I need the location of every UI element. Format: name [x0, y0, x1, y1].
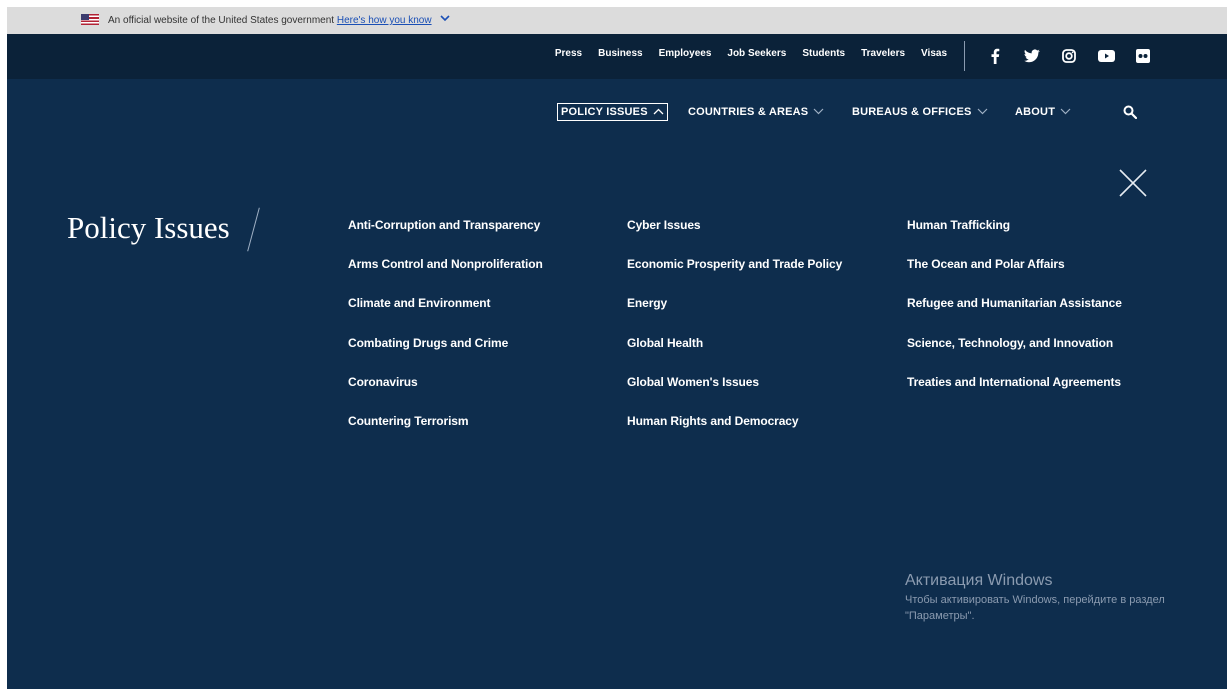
policy-link[interactable]: Refugee and Humanitarian Assistance: [907, 296, 1122, 335]
utility-link-students[interactable]: Students: [802, 48, 845, 59]
gov-banner-text: An official website of the United States…: [108, 15, 335, 26]
policy-column-3: Human Trafficking The Ocean and Polar Af…: [907, 218, 1122, 414]
utility-link-visas[interactable]: Visas: [921, 48, 947, 59]
policy-link[interactable]: Human Trafficking: [907, 218, 1122, 257]
nav-countries-areas[interactable]: COUNTRIES & AREAS: [688, 106, 824, 118]
nav-label: ABOUT: [1015, 106, 1056, 118]
youtube-icon[interactable]: [1096, 46, 1116, 66]
policy-link[interactable]: Science, Technology, and Innovation: [907, 336, 1122, 375]
flickr-icon[interactable]: [1133, 46, 1153, 66]
chevron-down-icon: [813, 106, 824, 118]
utility-divider: [964, 41, 965, 71]
watermark-subtitle: Чтобы активировать Windows, перейдите в …: [905, 594, 1165, 622]
nav-about[interactable]: ABOUT: [1015, 106, 1071, 118]
policy-link[interactable]: The Ocean and Polar Affairs: [907, 257, 1122, 296]
chevron-up-icon: [653, 106, 664, 118]
policy-link[interactable]: Cyber Issues: [627, 218, 842, 257]
nav-bureaus-offices[interactable]: BUREAUS & OFFICES: [852, 106, 988, 118]
heres-how-you-know-link[interactable]: Here's how you know: [337, 15, 432, 26]
chevron-down-icon[interactable]: [440, 14, 450, 25]
chevron-down-icon: [1060, 106, 1071, 118]
utility-link-travelers[interactable]: Travelers: [861, 48, 905, 59]
policy-column-1: Anti-Corruption and Transparency Arms Co…: [348, 218, 543, 453]
policy-link[interactable]: Anti-Corruption and Transparency: [348, 218, 543, 257]
gov-banner: An official website of the United States…: [7, 7, 1227, 34]
social-links: [985, 46, 1170, 66]
policy-link[interactable]: Global Women's Issues: [627, 375, 842, 414]
policy-link[interactable]: Climate and Environment: [348, 296, 543, 335]
utility-links: Press Business Employees Job Seekers Stu…: [539, 48, 947, 59]
policy-link[interactable]: Combating Drugs and Crime: [348, 336, 543, 375]
utility-link-press[interactable]: Press: [555, 48, 582, 59]
browser-viewport: An official website of the United States…: [7, 7, 1227, 689]
panel-title: Policy Issues: [67, 210, 230, 245]
nav-label: BUREAUS & OFFICES: [852, 106, 972, 118]
search-icon[interactable]: [1123, 105, 1139, 121]
policy-link[interactable]: Global Health: [627, 336, 842, 375]
utility-link-job-seekers[interactable]: Job Seekers: [727, 48, 786, 59]
nav-label: POLICY ISSUES: [561, 106, 648, 118]
us-flag-icon: [81, 14, 99, 25]
watermark-title: Активация Windows: [905, 572, 1053, 589]
policy-link[interactable]: Human Rights and Democracy: [627, 414, 842, 453]
chevron-down-icon: [977, 106, 988, 118]
policy-link[interactable]: Economic Prosperity and Trade Policy: [627, 257, 842, 296]
policy-link[interactable]: Treaties and International Agreements: [907, 375, 1122, 414]
twitter-icon[interactable]: [1022, 46, 1042, 66]
utility-link-employees[interactable]: Employees: [659, 48, 712, 59]
facebook-icon[interactable]: [985, 46, 1005, 66]
nav-label: COUNTRIES & AREAS: [688, 106, 809, 118]
policy-link[interactable]: Arms Control and Nonproliferation: [348, 257, 543, 296]
instagram-icon[interactable]: [1059, 46, 1079, 66]
policy-column-2: Cyber Issues Economic Prosperity and Tra…: [627, 218, 842, 453]
utility-bar: Press Business Employees Job Seekers Stu…: [7, 34, 1227, 79]
policy-link[interactable]: Energy: [627, 296, 842, 335]
policy-link[interactable]: Coronavirus: [348, 375, 543, 414]
utility-link-business[interactable]: Business: [598, 48, 642, 59]
close-icon[interactable]: [1117, 167, 1149, 199]
policy-link[interactable]: Countering Terrorism: [348, 414, 543, 453]
windows-activation-watermark: Активация Windows Чтобы активировать Win…: [905, 572, 1195, 624]
nav-policy-issues[interactable]: POLICY ISSUES: [557, 103, 668, 121]
main-nav: POLICY ISSUES COUNTRIES & AREAS BUREAUS …: [7, 103, 1227, 128]
